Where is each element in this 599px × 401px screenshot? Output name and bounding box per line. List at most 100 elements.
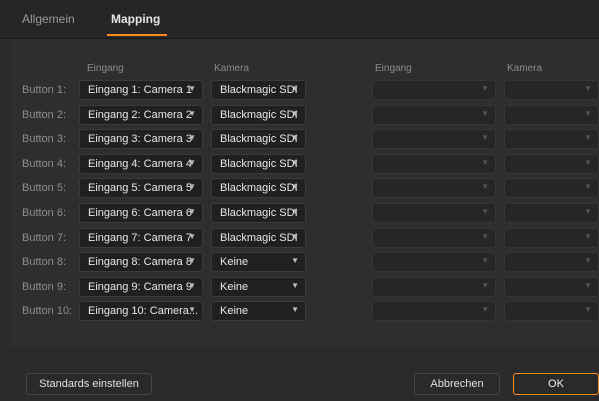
ok-button[interactable]: OK — [513, 373, 599, 395]
input-dropdown-right[interactable]: ▼ — [372, 154, 496, 174]
tab-mapping[interactable]: Mapping — [111, 12, 160, 26]
cancel-button[interactable]: Abbrechen — [414, 373, 500, 395]
camera-dropdown[interactable]: Blackmagic SDI ▼ — [211, 105, 306, 125]
column-header-input-right: Eingang — [375, 63, 412, 74]
chevron-down-icon: ▼ — [584, 84, 592, 93]
chevron-down-icon: ▼ — [188, 109, 196, 118]
chevron-down-icon: ▼ — [188, 182, 196, 191]
input-value: Eingang 6: Camera 6 — [88, 207, 192, 219]
input-dropdown-right[interactable]: ▼ — [372, 252, 496, 272]
camera-dropdown[interactable]: Blackmagic SDI ▼ — [211, 228, 306, 248]
input-dropdown[interactable]: Eingang 6: Camera 6 ▼ — [79, 203, 203, 223]
set-defaults-button[interactable]: Standards einstellen — [26, 373, 152, 395]
mapping-row: Button 7: Eingang 7: Camera 7 ▼ Blackmagic … — [0, 228, 599, 250]
tab-bar: Allgemein Mapping — [0, 0, 599, 39]
camera-dropdown-right[interactable]: ▼ — [504, 301, 599, 321]
chevron-down-icon: ▼ — [584, 182, 592, 191]
input-dropdown-right[interactable]: ▼ — [372, 178, 496, 198]
input-dropdown[interactable]: Eingang 5: Camera 5 ▼ — [79, 178, 203, 198]
camera-dropdown-right[interactable]: ▼ — [504, 154, 599, 174]
camera-dropdown[interactable]: Keine ▼ — [211, 252, 306, 272]
input-dropdown[interactable]: Eingang 3: Camera 3 ▼ — [79, 129, 203, 149]
input-dropdown[interactable]: Eingang 2: Camera 2 ▼ — [79, 105, 203, 125]
input-value: Eingang 7: Camera 7 — [88, 232, 192, 244]
input-dropdown-right[interactable]: ▼ — [372, 203, 496, 223]
chevron-down-icon: ▼ — [188, 158, 196, 167]
chevron-down-icon: ▼ — [584, 133, 592, 142]
chevron-down-icon: ▼ — [481, 232, 489, 241]
input-dropdown-right[interactable]: ▼ — [372, 277, 496, 297]
button-label: Button 2: — [22, 109, 67, 121]
chevron-down-icon: ▼ — [584, 109, 592, 118]
camera-dropdown-right[interactable]: ▼ — [504, 203, 599, 223]
column-header-camera-right: Kamera — [507, 63, 543, 74]
camera-dropdown-right[interactable]: ▼ — [504, 277, 599, 297]
input-value: Eingang 10: Camera... — [88, 305, 199, 317]
camera-dropdown[interactable]: Blackmagic SDI ▼ — [211, 129, 306, 149]
camera-dropdown-right[interactable]: ▼ — [504, 252, 599, 272]
active-tab-indicator — [107, 34, 167, 36]
chevron-down-icon: ▼ — [481, 109, 489, 118]
input-dropdown[interactable]: Eingang 1: Camera 1 ▼ — [79, 80, 203, 100]
chevron-down-icon: ▼ — [188, 232, 196, 241]
input-value: Eingang 2: Camera 2 — [88, 109, 192, 121]
camera-dropdown[interactable]: Blackmagic SDI ▼ — [211, 178, 306, 198]
camera-dropdown[interactable]: Blackmagic SDI ▼ — [211, 154, 306, 174]
camera-dropdown-right[interactable]: ▼ — [504, 105, 599, 125]
camera-dropdown-right[interactable]: ▼ — [504, 228, 599, 248]
tab-allgemein[interactable]: Allgemein — [22, 12, 75, 26]
chevron-down-icon: ▼ — [481, 281, 489, 290]
input-dropdown-right[interactable]: ▼ — [372, 228, 496, 248]
mapping-row: Button 1: Eingang 1: Camera 1 ▼ Blackmagic … — [0, 80, 599, 102]
input-dropdown-right[interactable]: ▼ — [372, 80, 496, 100]
input-value: Eingang 8: Camera 8 — [88, 256, 192, 268]
chevron-down-icon: ▼ — [291, 109, 299, 118]
input-value: Eingang 4: Camera 4 — [88, 158, 192, 170]
input-dropdown-right[interactable]: ▼ — [372, 129, 496, 149]
chevron-down-icon: ▼ — [291, 158, 299, 167]
camera-value: Blackmagic SDI — [220, 158, 298, 170]
camera-dropdown[interactable]: Blackmagic SDI ▼ — [211, 80, 306, 100]
camera-value: Keine — [220, 256, 249, 268]
camera-value: Blackmagic SDI — [220, 182, 298, 194]
camera-dropdown-right[interactable]: ▼ — [504, 80, 599, 100]
camera-value: Blackmagic SDI — [220, 109, 298, 121]
camera-value: Blackmagic SDI — [220, 207, 298, 219]
chevron-down-icon: ▼ — [584, 281, 592, 290]
chevron-down-icon: ▼ — [291, 281, 299, 290]
chevron-down-icon: ▼ — [291, 182, 299, 191]
input-dropdown[interactable]: Eingang 10: Camera... ▼ — [79, 301, 203, 321]
chevron-down-icon: ▼ — [584, 207, 592, 216]
chevron-down-icon: ▼ — [188, 256, 196, 265]
camera-dropdown-right[interactable]: ▼ — [504, 178, 599, 198]
camera-dropdown[interactable]: Keine ▼ — [211, 301, 306, 321]
button-label: Button 3: — [22, 133, 67, 145]
column-header-camera-left: Kamera — [214, 63, 250, 74]
input-dropdown-right[interactable]: ▼ — [372, 105, 496, 125]
input-dropdown[interactable]: Eingang 9: Camera 9 ▼ — [79, 277, 203, 297]
input-dropdown[interactable]: Eingang 4: Camera 4 ▼ — [79, 154, 203, 174]
button-label: Button 4: — [22, 158, 67, 170]
input-dropdown[interactable]: Eingang 8: Camera 8 ▼ — [79, 252, 203, 272]
chevron-down-icon: ▼ — [291, 207, 299, 216]
camera-dropdown-right[interactable]: ▼ — [504, 129, 599, 149]
chevron-down-icon: ▼ — [481, 182, 489, 191]
camera-dropdown[interactable]: Keine ▼ — [211, 277, 306, 297]
chevron-down-icon: ▼ — [584, 158, 592, 167]
chevron-down-icon: ▼ — [188, 281, 196, 290]
mapping-row: Button 10: Eingang 10: Camera... ▼ Keine ▼ ▼ ▼ — [0, 301, 599, 323]
camera-dropdown[interactable]: Blackmagic SDI ▼ — [211, 203, 306, 223]
camera-value: Keine — [220, 281, 249, 293]
chevron-down-icon: ▼ — [188, 305, 196, 314]
button-label: Button 1: — [22, 84, 67, 96]
button-label: Button 10: — [22, 305, 73, 317]
mapping-row: Button 8: Eingang 8: Camera 8 ▼ Keine ▼ ▼ ▼ — [0, 252, 599, 274]
chevron-down-icon: ▼ — [481, 133, 489, 142]
button-label: Button 5: — [22, 182, 67, 194]
input-dropdown[interactable]: Eingang 7: Camera 7 ▼ — [79, 228, 203, 248]
input-dropdown-right[interactable]: ▼ — [372, 301, 496, 321]
mapping-row: Button 6: Eingang 6: Camera 6 ▼ Blackmagic … — [0, 203, 599, 225]
chevron-down-icon: ▼ — [188, 207, 196, 216]
button-label: Button 8: — [22, 256, 67, 268]
chevron-down-icon: ▼ — [584, 256, 592, 265]
